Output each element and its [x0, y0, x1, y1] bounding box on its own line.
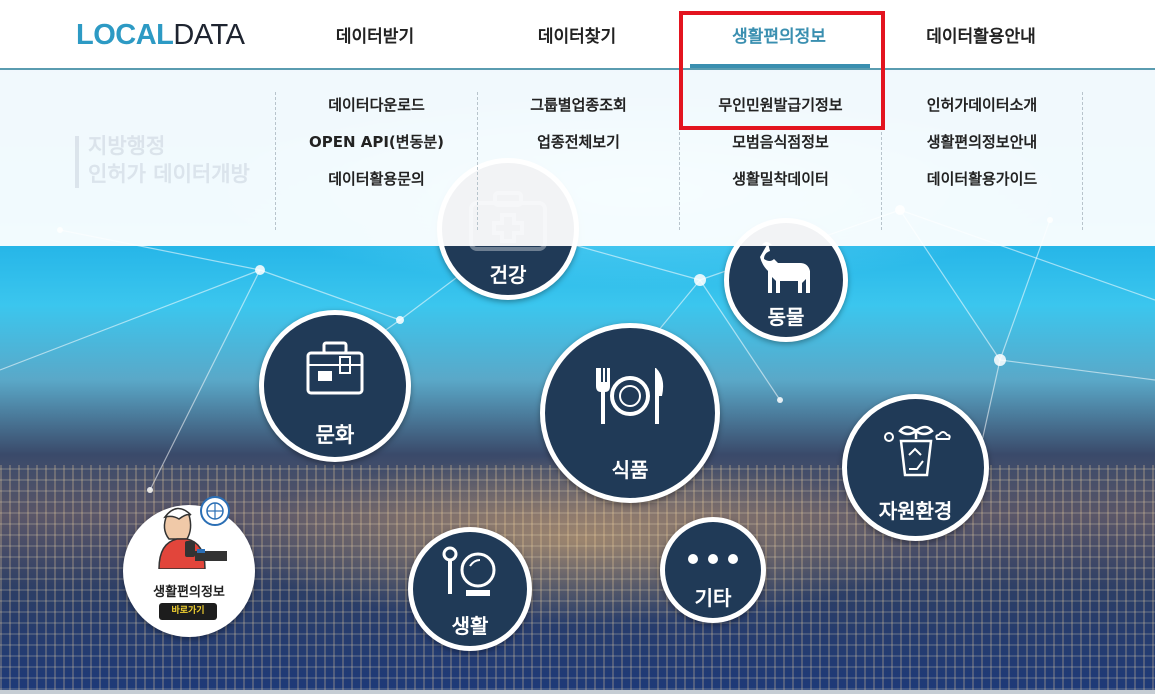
- category-food[interactable]: 식품: [540, 323, 720, 503]
- dropdown-column-guide: 인허가데이터소개 생활편의정보안내 데이터활용가이드: [881, 92, 1083, 230]
- bottom-scrollbar-strip: [0, 690, 1155, 694]
- shortcut-title: 생활편의정보: [153, 585, 225, 600]
- menu-item-usage-guide[interactable]: 데이터활용가이드: [882, 166, 1082, 203]
- dropdown-column-download: 데이터다운로드 OPEN API(변동분) 데이터활용문의: [275, 92, 477, 230]
- menu-item-model-restaurant[interactable]: 모범음식점정보: [680, 129, 881, 166]
- site-header: LOCALDATA 데이터받기 데이터찾기 생활편의정보 데이터활용안내: [0, 0, 1155, 70]
- logo-data: DATA: [173, 19, 245, 51]
- menu-item-living-data[interactable]: 생활밀착데이터: [680, 166, 881, 203]
- menu-item-living-guide[interactable]: 생활편의정보안내: [882, 129, 1082, 166]
- category-etc[interactable]: 기타: [660, 517, 766, 623]
- logo-local: LOCAL: [76, 19, 174, 51]
- mirror-brush-icon: [442, 546, 496, 596]
- category-label-food: 식품: [611, 458, 649, 482]
- category-label-environment: 자원환경: [878, 499, 953, 523]
- category-label-animal: 동물: [767, 305, 805, 329]
- hero-title: 지방행정 인허가 데이터개방: [88, 132, 250, 188]
- menu-item-open-api[interactable]: OPEN API(변동분): [276, 129, 477, 166]
- hero-title-line2: 인허가 데이터개방: [88, 162, 250, 186]
- menu-item-group-business[interactable]: 그룹별업종조회: [478, 92, 679, 129]
- active-nav-underline: [690, 64, 870, 68]
- living-info-shortcut[interactable]: 생활편의정보 바로가기: [123, 496, 255, 637]
- category-label-etc: 기타: [694, 586, 732, 610]
- dropdown-column-living: 무인민원발급기정보 모범음식점정보 생활밀착데이터: [679, 92, 881, 230]
- category-label-culture: 문화: [315, 423, 355, 447]
- category-label-health: 건강: [489, 263, 527, 287]
- hero-title-line1: 지방행정: [88, 134, 166, 158]
- suitcase-icon: [306, 341, 364, 395]
- nav-data-search[interactable]: 데이터찾기: [477, 22, 677, 48]
- site-logo[interactable]: LOCALDATA: [76, 19, 245, 52]
- shortcut-go-button[interactable]: 바로가기: [159, 603, 217, 620]
- menu-item-data-inquiry[interactable]: 데이터활용문의: [276, 166, 477, 203]
- dots-icon: [688, 554, 738, 564]
- category-environment[interactable]: 자원환경: [842, 394, 989, 541]
- menu-item-license-intro[interactable]: 인허가데이터소개: [882, 92, 1082, 129]
- menu-item-kiosk-info[interactable]: 무인민원발급기정보: [680, 92, 881, 129]
- category-label-living: 생활: [451, 614, 489, 638]
- nav-living-info[interactable]: 생활편의정보: [679, 22, 879, 48]
- dropdown-column-search: 그룹별업종조회 업종전체보기: [477, 92, 679, 230]
- nav-data-guide[interactable]: 데이터활용안내: [881, 22, 1081, 48]
- woman-with-phone-icon: [158, 496, 230, 569]
- hero-title-bar: [75, 136, 79, 188]
- recycle-plant-icon: [884, 425, 951, 477]
- category-culture[interactable]: 문화: [259, 310, 411, 462]
- category-living[interactable]: 생활: [408, 527, 532, 651]
- menu-item-all-business[interactable]: 업종전체보기: [478, 129, 679, 166]
- nav-data-download[interactable]: 데이터받기: [275, 22, 475, 48]
- fork-plate-knife-icon: [596, 368, 664, 424]
- goat-icon: [760, 242, 810, 293]
- menu-item-data-download[interactable]: 데이터다운로드: [276, 92, 477, 129]
